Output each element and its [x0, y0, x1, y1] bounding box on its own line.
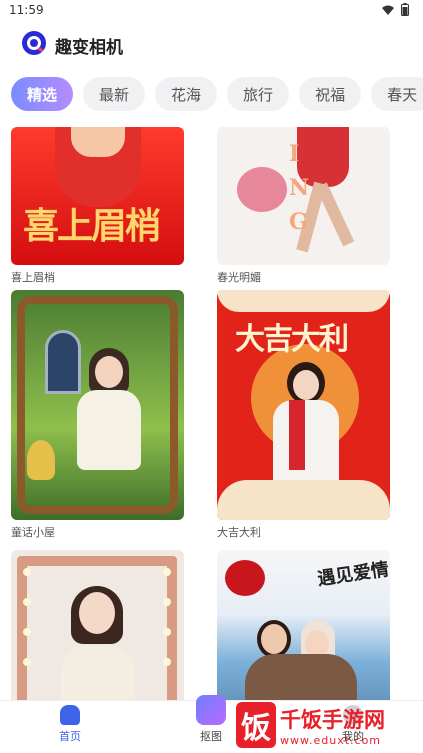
- watermark-badge: 饭: [236, 702, 276, 748]
- tab-jingxuan[interactable]: 精选: [11, 77, 74, 111]
- template-thumbnail[interactable]: [11, 550, 184, 700]
- template-card[interactable]: 遇见爱情: [217, 550, 390, 700]
- template-card[interactable]: 童话小屋: [11, 290, 184, 540]
- template-thumbnail[interactable]: 大吉大利: [217, 290, 390, 520]
- watermark-url: www.eduxt.com: [280, 733, 382, 747]
- template-thumbnail[interactable]: [11, 290, 184, 520]
- template-art-text: 大吉大利: [235, 322, 349, 357]
- nav-home-label: 首页: [59, 730, 81, 743]
- nav-cutout-label: 抠图: [200, 730, 222, 743]
- watermark: 饭 千饭手游网 www.eduxt.com: [236, 698, 421, 752]
- template-thumbnail[interactable]: 喜上眉梢: [11, 127, 184, 265]
- tab-zhufu[interactable]: 祝福: [299, 77, 362, 111]
- battery-icon: [401, 3, 409, 16]
- template-card[interactable]: 喜上眉梢 喜上眉梢: [11, 127, 184, 285]
- template-art-text: 遇见爱情: [316, 559, 390, 590]
- tab-zuixin[interactable]: 最新: [83, 77, 146, 111]
- template-caption: 童话小屋: [11, 526, 55, 539]
- nav-home[interactable]: 首页: [35, 705, 105, 744]
- template-thumbnail[interactable]: ING: [217, 127, 390, 265]
- template-art-text: ING: [289, 141, 310, 235]
- template-card[interactable]: ING 春光明媚: [217, 127, 390, 285]
- status-icons: [381, 3, 409, 16]
- tab-lvxing[interactable]: 旅行: [227, 77, 290, 111]
- template-art-text: 喜上眉梢: [23, 205, 161, 247]
- tab-huahai[interactable]: 花海: [155, 77, 218, 111]
- template-grid: 喜上眉梢 喜上眉梢 ING 春光明媚 童话小屋 大吉大利 大吉大利 遇见爱情: [0, 122, 423, 700]
- category-tabs: 精选 最新 花海 旅行 祝福 春天: [0, 77, 423, 115]
- status-bar: 11:59: [0, 0, 423, 20]
- app-title: 趣变相机: [55, 38, 123, 58]
- tab-chuntian[interactable]: 春天: [371, 77, 423, 111]
- template-caption: 春光明媚: [217, 271, 261, 284]
- template-card[interactable]: [11, 550, 184, 700]
- face-cutout-icon: [196, 695, 226, 725]
- template-caption: 喜上眉梢: [11, 271, 55, 284]
- status-time: 11:59: [9, 3, 44, 17]
- template-caption: 大吉大利: [217, 526, 261, 539]
- app-bar: 趣变相机: [0, 20, 423, 70]
- watermark-text: 千饭手游网: [280, 707, 385, 732]
- template-thumbnail[interactable]: 遇见爱情: [217, 550, 390, 700]
- app-logo-icon: [22, 31, 46, 55]
- home-icon: [60, 705, 80, 725]
- wifi-icon: [382, 5, 394, 15]
- template-card[interactable]: 大吉大利 大吉大利: [217, 290, 390, 540]
